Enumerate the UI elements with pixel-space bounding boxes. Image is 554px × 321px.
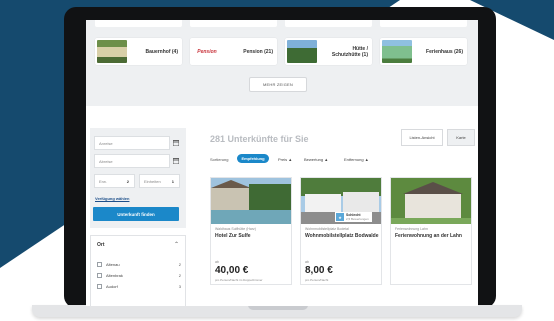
sort-rating[interactable]: Bewertung ▲ xyxy=(304,157,328,162)
sort-distance-label: Entfernung xyxy=(344,157,364,162)
sort-asc-icon: ▲ xyxy=(324,157,329,162)
sort-rating-label: Bewertung xyxy=(304,157,324,162)
calendar-icon[interactable] xyxy=(171,154,181,168)
category-label: Ferienhaus (26) xyxy=(426,48,463,55)
filter-option-label: Altenbrak xyxy=(106,272,123,278)
pension-logo-text: Pension xyxy=(197,48,217,55)
filter-option[interactable]: Audorf 3 xyxy=(97,282,181,290)
card-location: Waldhaus Sulfhütte (Harz) xyxy=(215,227,256,231)
category-card-pension[interactable]: Pension Pension (21) xyxy=(190,38,277,65)
accommodation-card[interactable]: Ferienwohnung Lahn Ferienwohnung an der … xyxy=(390,177,472,285)
card-title: Wohnmobilstellplatz Bodwalde xyxy=(305,233,379,239)
card-title: Ferienwohnung an der Lahn xyxy=(395,233,462,239)
availability-link[interactable]: Verfügung wählen xyxy=(95,196,129,201)
sort-asc-icon: ▲ xyxy=(364,157,369,162)
checkbox[interactable] xyxy=(97,283,102,289)
sort-recommended[interactable]: Empfehlung xyxy=(237,154,269,163)
filter-title: Ort xyxy=(97,242,105,248)
green-house-photo xyxy=(382,40,412,63)
location-filter: Ort ⌃ Altenau 2 Altenbrak 2 Audorf 3 xyxy=(90,235,186,306)
rating-badge: ★ Schlecht 2,5 Bewertungen xyxy=(335,212,372,222)
filter-option-label: Altenau xyxy=(106,261,120,267)
sort-price[interactable]: Preis ▲ xyxy=(278,157,292,162)
card-from: ab xyxy=(305,260,309,264)
card-price-unit: pro Person/Nacht im Doppelzimmer xyxy=(215,278,263,282)
chevron-up-icon[interactable]: ⌃ xyxy=(174,241,179,248)
filter-option-count: 2 xyxy=(178,261,181,267)
checkbox[interactable] xyxy=(97,272,102,278)
card-price-unit: pro Person/Nacht xyxy=(305,278,329,282)
laptop-screen: Bauernhof (4) Pension Pension (21) Hütte… xyxy=(86,20,478,306)
filter-option[interactable]: Altenbrak 2 xyxy=(97,271,181,279)
find-accommodation-button[interactable]: Unterkunft finden xyxy=(93,207,179,221)
card-price: 40,00 € xyxy=(215,265,249,276)
sort-distance[interactable]: Entfernung ▲ xyxy=(344,157,369,162)
arrival-field[interactable]: Anreise xyxy=(94,136,170,150)
map-view-button[interactable]: Karte xyxy=(447,129,475,146)
house-photo xyxy=(97,40,127,63)
adults-stepper[interactable]: Erw. 2 xyxy=(94,174,135,188)
card-from: ab xyxy=(215,260,219,264)
category-card-ferienhaus[interactable]: Ferienhaus (26) xyxy=(380,38,467,65)
sort-asc-icon: ▲ xyxy=(288,157,293,162)
arrival-placeholder: Anreise xyxy=(99,140,113,146)
checkbox[interactable] xyxy=(97,261,102,267)
rating-count: 2,5 Bewertungen xyxy=(346,217,369,221)
departure-placeholder: Abreise xyxy=(99,158,113,164)
calendar-icon[interactable] xyxy=(171,136,181,150)
rooms-stepper[interactable]: Einheiten 1 xyxy=(139,174,180,188)
rooms-label: Einheiten xyxy=(144,178,161,184)
category-card-strip[interactable] xyxy=(190,20,277,27)
accommodation-card[interactable]: Waldhaus Sulfhütte (Harz) Hotel Zur Sulf… xyxy=(210,177,292,285)
filter-option[interactable]: Altenau 2 xyxy=(97,260,181,268)
filter-option-count: 3 xyxy=(178,283,181,289)
list-view-button[interactable]: Listen-Ansicht xyxy=(401,129,443,146)
sort-price-label: Preis xyxy=(278,157,288,162)
sort-label: Sortierung xyxy=(210,157,229,162)
category-card-strip[interactable] xyxy=(95,20,182,27)
hotel-photo xyxy=(211,178,291,224)
category-panel: Bauernhof (4) Pension Pension (21) Hütte… xyxy=(86,20,478,106)
show-more-button[interactable]: MEHR ZEIGEN xyxy=(249,77,307,92)
card-location: Wohnmobilstellplatz Bodetal xyxy=(305,227,349,231)
category-label: Pension (21) xyxy=(243,48,273,55)
category-card-strip[interactable] xyxy=(285,20,372,27)
category-card-bauernhof[interactable]: Bauernhof (4) xyxy=(95,38,182,65)
rating-icon: ★ xyxy=(336,213,344,221)
category-label: Bauernhof (4) xyxy=(145,48,179,55)
pension-logo: Pension xyxy=(192,40,222,63)
card-price: 8,00 € xyxy=(305,265,333,276)
results-title: 281 Unterkünfte für Sie xyxy=(210,134,309,144)
rooms-value: 1 xyxy=(171,178,174,184)
category-label: Hütte / Schutzhütte (1) xyxy=(331,45,368,58)
category-card-huette[interactable]: Hütte / Schutzhütte (1) xyxy=(285,38,372,65)
category-card-strip[interactable] xyxy=(380,20,467,27)
filter-option-count: 2 xyxy=(178,272,181,278)
adults-label: Erw. xyxy=(99,178,107,184)
accommodation-card[interactable]: ★ Schlecht 2,5 Bewertungen Wohnmobilstel… xyxy=(300,177,382,285)
departure-field[interactable]: Abreise xyxy=(94,154,170,168)
hut-photo xyxy=(287,40,317,63)
card-title: Hotel Zur Sulfe xyxy=(215,233,251,239)
card-location: Ferienwohnung Lahn xyxy=(395,227,428,231)
adults-value: 2 xyxy=(126,178,129,184)
holiday-apartment-photo xyxy=(391,178,471,224)
filter-option-label: Audorf xyxy=(106,283,118,289)
